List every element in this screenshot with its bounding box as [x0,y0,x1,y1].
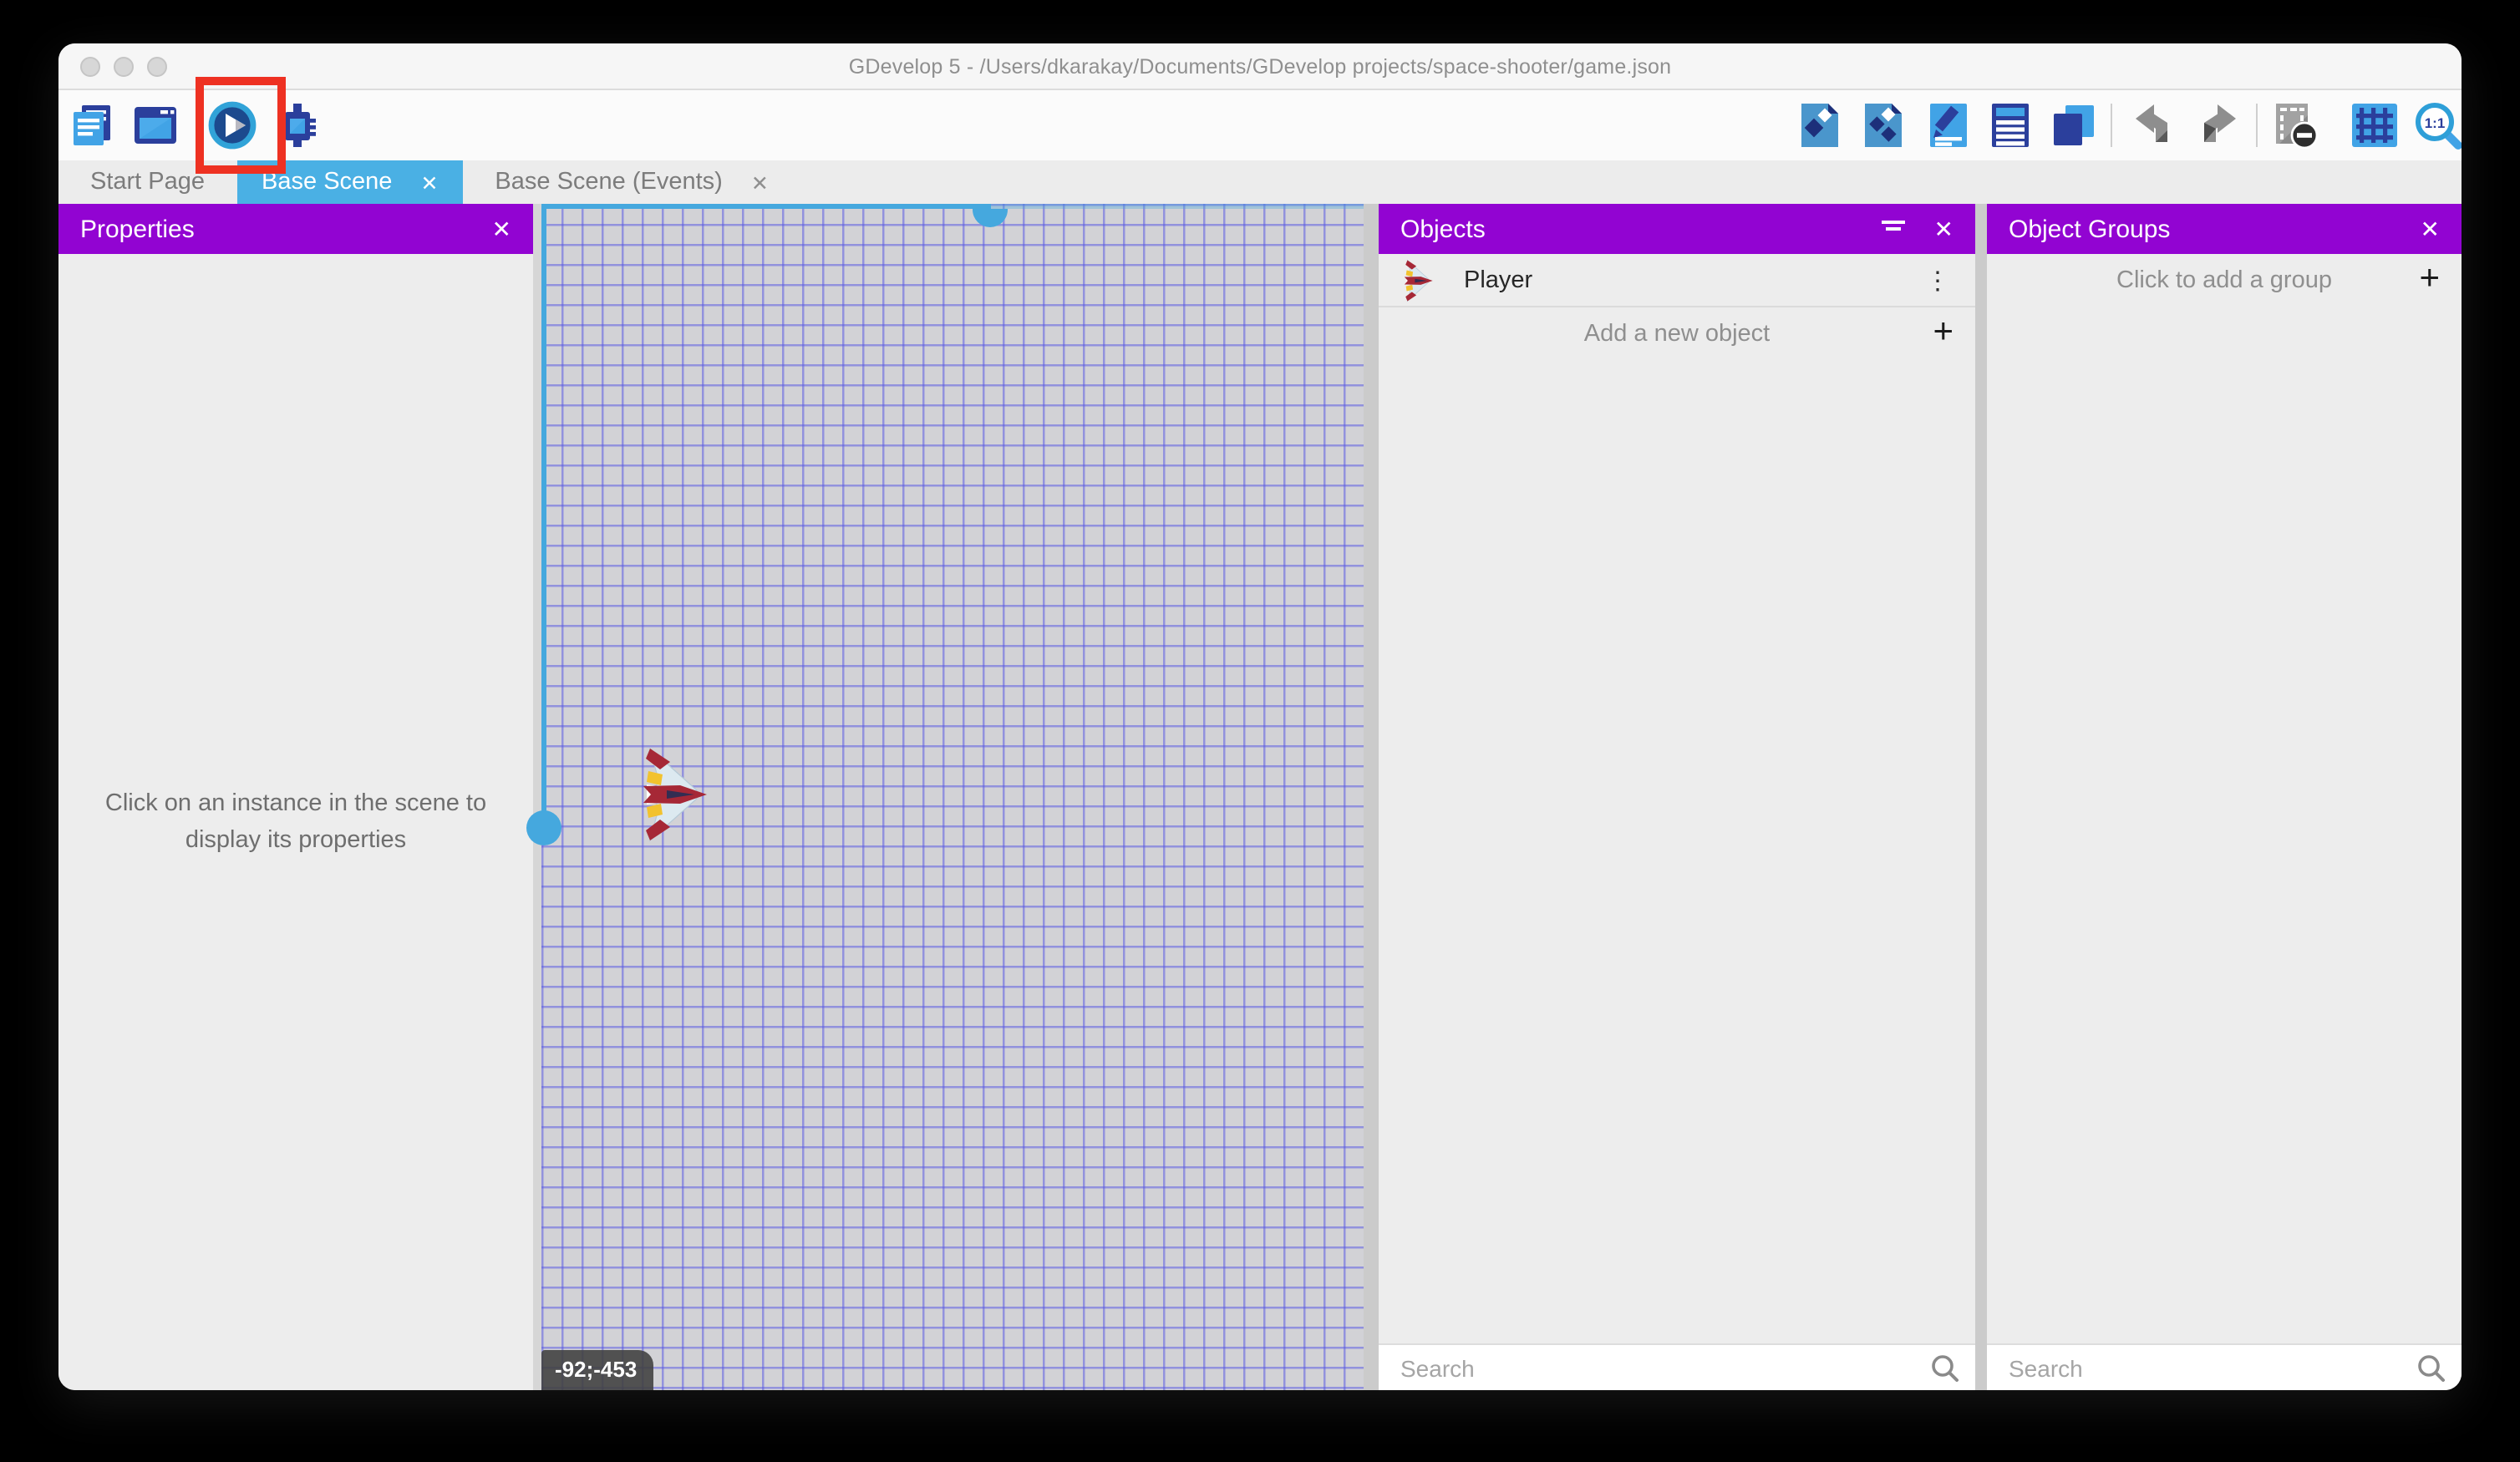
redo-icon[interactable] [2189,100,2239,150]
scene-canvas[interactable]: -92;-453 [541,204,1364,1390]
plus-icon: + [2419,259,2440,299]
object-list-item-player[interactable]: Player ⋮ [1379,254,1975,307]
properties-empty-message: Click on an instance in the scene to dis… [87,788,505,858]
object-groups-panel: Object Groups ✕ Click to add a group + [1987,204,2462,1390]
panel-divider[interactable] [533,204,541,1390]
add-group-button[interactable]: Click to add a group + [1987,254,2462,306]
project-manager-icon[interactable] [67,100,117,150]
cursor-coordinates-tooltip: -92;-453 [541,1350,653,1390]
toolbar-separator [2111,104,2112,147]
object-groups-panel-header: Object Groups ✕ [1987,204,2462,254]
filter-icon[interactable] [1881,219,1908,239]
properties-panel-header: Properties ✕ [58,204,533,254]
close-panel-icon[interactable]: ✕ [1934,215,1954,243]
more-options-icon[interactable]: ⋮ [1918,265,1957,295]
tab-bar: Start Page Base Scene ✕ Base Scene (Even… [58,160,2462,204]
properties-panel-icon[interactable] [1923,100,1974,150]
screenshot-stage: GDevelop 5 - /Users/dkarakay/Documents/G… [0,0,2520,1462]
gdevelop-window: GDevelop 5 - /Users/dkarakay/Documents/G… [58,43,2462,1390]
debug-icon[interactable] [272,100,323,150]
panel-divider[interactable] [1364,204,1379,1390]
window-title: GDevelop 5 - /Users/dkarakay/Documents/G… [849,54,1672,78]
player-object-thumbnail [1399,256,1435,303]
close-window-button[interactable] [80,57,100,77]
maximize-window-button[interactable] [147,57,167,77]
zoom-ratio-label: 1:1 [2425,115,2446,131]
grid-icon[interactable] [2350,100,2400,150]
close-tab-icon[interactable]: ✕ [420,170,438,195]
main-toolbar: 1:1 [58,90,2462,160]
properties-panel: Properties ✕ Click on an instance in the… [58,204,533,1390]
undo-icon[interactable] [2132,100,2182,150]
panel-divider[interactable] [1975,204,1987,1390]
plus-icon: + [1933,312,1954,353]
groups-search-input[interactable] [1987,1345,2462,1390]
objects-panel-header: Objects ✕ [1379,204,1975,254]
close-tab-icon[interactable]: ✕ [751,170,769,195]
traffic-lights[interactable] [80,57,167,77]
search-icon [2416,1353,2446,1383]
objects-panel-icon[interactable] [1795,100,1845,150]
objects-search-input[interactable] [1379,1345,1975,1390]
title-bar: GDevelop 5 - /Users/dkarakay/Documents/G… [58,43,2462,90]
zoom-1-1-icon[interactable]: 1:1 [2413,100,2462,150]
start-page-window-icon[interactable] [130,100,180,150]
objects-search-bar [1379,1343,1975,1390]
scene-border-top-line-solid [541,204,991,208]
tab-start-page[interactable]: Start Page [58,160,236,204]
panel-title: Object Groups [2009,215,2170,243]
instances-list-icon[interactable] [1985,100,2035,150]
minimize-window-button[interactable] [114,57,134,77]
object-name: Player [1464,267,1918,293]
mask-icon[interactable] [2271,100,2321,150]
close-panel-icon[interactable]: ✕ [2421,215,2440,243]
toolbar-separator [2256,104,2258,147]
scene-border-top-handle[interactable] [973,208,1008,226]
layers-panel-icon[interactable] [2049,100,2099,150]
close-panel-icon[interactable]: ✕ [492,215,511,243]
editor-panels: Properties ✕ Click on an instance in the… [58,204,2462,1390]
panel-title: Properties [80,215,195,243]
tab-base-scene[interactable]: Base Scene ✕ [236,160,463,204]
tab-base-scene-events[interactable]: Base Scene (Events) ✕ [463,160,800,204]
panel-title: Objects [1400,215,1486,243]
object-groups-panel-icon[interactable] [1858,100,1908,150]
player-instance[interactable] [637,742,707,847]
scene-border-left-handle[interactable] [526,810,561,845]
play-preview-icon[interactable] [207,100,257,150]
groups-search-bar [1987,1343,2462,1390]
add-new-object-button[interactable]: Add a new object + [1379,307,1975,359]
objects-panel: Objects ✕ [1379,204,1975,1390]
scene-border-left-line [541,204,546,829]
search-icon [1930,1353,1960,1383]
